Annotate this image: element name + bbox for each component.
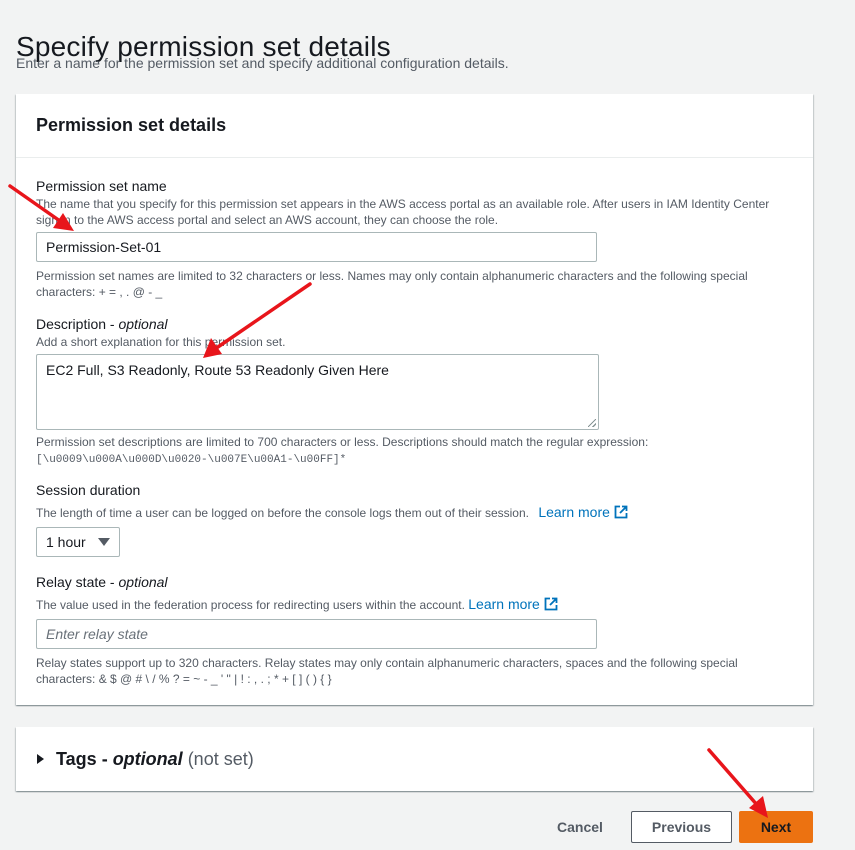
tags-title-text: Tags — [56, 748, 97, 769]
resize-grip-icon[interactable] — [588, 419, 596, 427]
panel-header: Permission set details — [16, 94, 813, 158]
description-constraint-text: Permission set descriptions are limited … — [36, 435, 649, 449]
relay-learn-more-text: Learn more — [468, 596, 540, 612]
caret-down-icon — [98, 538, 110, 546]
description-constraint: Permission set descriptions are limited … — [36, 434, 786, 468]
session-duration-hint-text: The length of time a user can be logged … — [36, 506, 529, 520]
relay-state-label: Relay state - optional — [36, 574, 168, 590]
session-duration-label: Session duration — [36, 482, 141, 498]
next-button[interactable]: Next — [739, 811, 813, 843]
session-duration-hint: The length of time a user can be logged … — [36, 504, 786, 521]
session-learn-more-link[interactable]: Learn more — [538, 504, 628, 520]
description-regex: [\u0009\u000A\u000D\u0020-\u007E\u00A1-\… — [36, 454, 347, 466]
permission-set-name-input[interactable]: Permission-Set-01 — [36, 232, 597, 262]
tags-expand-toggle[interactable]: Tags - optional (not set) — [16, 749, 254, 770]
relay-state-hint: The value used in the federation process… — [36, 596, 786, 613]
tags-title-optional: optional — [112, 748, 183, 769]
description-value: EC2 Full, S3 Readonly, Route 53 Readonly… — [46, 362, 389, 378]
tags-panel: Tags - optional (not set) — [16, 727, 813, 791]
relay-state-input[interactable]: Enter relay state — [36, 619, 597, 649]
permission-set-name-value: Permission-Set-01 — [46, 239, 162, 255]
previous-button[interactable]: Previous — [631, 811, 732, 843]
session-learn-more-text: Learn more — [538, 504, 610, 520]
name-constraint: Permission set names are limited to 32 c… — [36, 269, 748, 299]
permission-set-details-panel: Permission set details Permission set na… — [16, 94, 813, 705]
relay-state-placeholder: Enter relay state — [46, 626, 148, 642]
relay-state-label-text: Relay state — [36, 574, 107, 590]
expand-triangle-icon — [37, 754, 44, 764]
external-link-icon — [544, 597, 558, 611]
name-label: Permission set name — [36, 178, 167, 194]
session-duration-value: 1 hour — [46, 534, 86, 550]
relay-state-hint-text: The value used in the federation process… — [36, 598, 465, 612]
tags-title: Tags - optional — [56, 748, 183, 769]
relay-state-constraint: Relay states support up to 320 character… — [36, 656, 738, 686]
tags-status: (not set) — [187, 748, 254, 769]
description-hint: Add a short explanation for this permiss… — [36, 335, 286, 349]
relay-learn-more-link[interactable]: Learn more — [468, 596, 558, 612]
external-link-icon — [614, 505, 628, 519]
name-hint: The name that you specify for this permi… — [36, 197, 770, 227]
relay-state-label-optional: optional — [118, 574, 168, 590]
description-textarea[interactable]: EC2 Full, S3 Readonly, Route 53 Readonly… — [36, 354, 599, 430]
description-label-optional: optional — [118, 316, 168, 332]
description-label-text: Description — [36, 316, 107, 332]
description-label: Description - optional — [36, 316, 168, 332]
page-description: Enter a name for the permission set and … — [16, 55, 509, 71]
session-duration-select[interactable]: 1 hour — [36, 527, 120, 557]
cancel-button[interactable]: Cancel — [548, 811, 612, 843]
